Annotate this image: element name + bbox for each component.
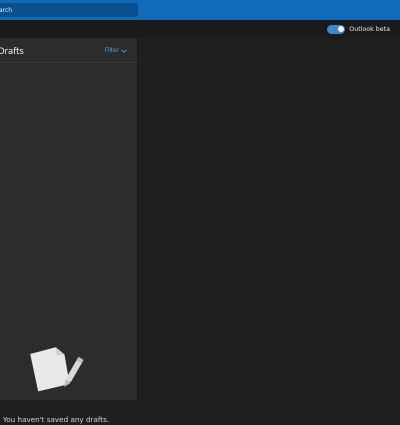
filter-label: Filter: [104, 48, 119, 54]
list-header: Drafts Filter: [0, 38, 137, 63]
message-list-pane: Drafts Filter You haven't saved any draf…: [0, 38, 138, 424]
outlook-beta-toggle[interactable]: [327, 24, 346, 34]
toggle-label: Outlook beta: [349, 25, 390, 33]
top-bar: arch: [0, 0, 400, 20]
chevron-down-icon: [121, 49, 127, 53]
search-placeholder: arch: [0, 6, 13, 14]
filter-button[interactable]: Filter: [105, 48, 127, 54]
toggle-knob: [337, 26, 344, 32]
empty-state-message: You haven't saved any drafts.: [2, 415, 110, 424]
command-bar: Outlook beta: [0, 20, 400, 38]
outlook-beta-toggle-group[interactable]: Outlook beta: [327, 24, 390, 34]
folder-title: Drafts: [0, 47, 24, 57]
draft-pencil-illustration-icon: [30, 347, 84, 392]
reading-pane: [138, 38, 400, 400]
search-box[interactable]: arch: [0, 3, 138, 17]
